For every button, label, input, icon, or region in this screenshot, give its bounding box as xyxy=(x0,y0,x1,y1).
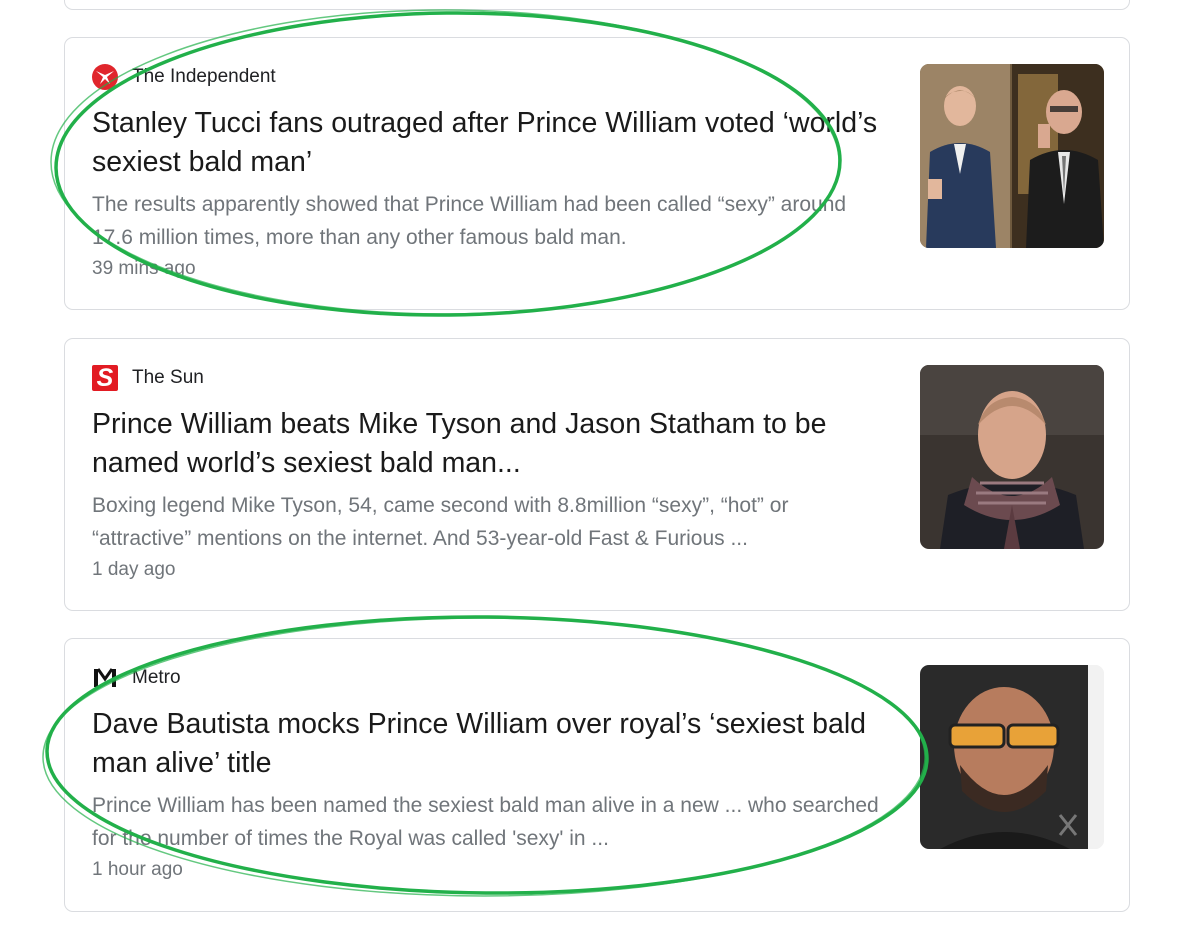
sun-s-icon: S xyxy=(92,364,118,392)
news-result-card[interactable]: The Independent Stanley Tucci fans outra… xyxy=(64,37,1130,310)
headline-link[interactable]: Stanley Tucci fans outraged after Prince… xyxy=(92,104,897,182)
timestamp: 39 mins ago xyxy=(92,258,196,279)
source-name: Metro xyxy=(132,667,181,688)
headline-link[interactable]: Dave Bautista mocks Prince William over … xyxy=(92,705,897,783)
independent-eagle-icon xyxy=(92,64,118,90)
news-result-card[interactable]: S The Sun Prince William beats Mike Tyso… xyxy=(64,338,1130,611)
headline-link[interactable]: Prince William beats Mike Tyson and Jaso… xyxy=(92,405,897,483)
source-name: The Sun xyxy=(132,367,204,388)
news-result-card[interactable]: Metro Dave Bautista mocks Prince William… xyxy=(64,638,1130,912)
timestamp: 1 day ago xyxy=(92,559,176,580)
previous-result-card xyxy=(64,0,1130,10)
metro-m-icon xyxy=(92,665,118,691)
snippet: The results apparently showed that Princ… xyxy=(92,193,847,249)
thumbnail-image[interactable] xyxy=(920,365,1104,549)
source-name: The Independent xyxy=(132,66,276,87)
news-source[interactable]: The Independent xyxy=(92,64,276,90)
thumbnail-image[interactable] xyxy=(920,665,1104,849)
thumbnail-image[interactable] xyxy=(920,64,1104,248)
news-source[interactable]: Metro xyxy=(92,665,181,691)
news-source[interactable]: S The Sun xyxy=(92,364,204,392)
sun-logo-letter: S xyxy=(96,364,114,392)
snippet: Boxing legend Mike Tyson, 54, came secon… xyxy=(92,494,789,550)
timestamp: 1 hour ago xyxy=(92,859,183,880)
snippet: Prince William has been named the sexies… xyxy=(92,794,879,850)
